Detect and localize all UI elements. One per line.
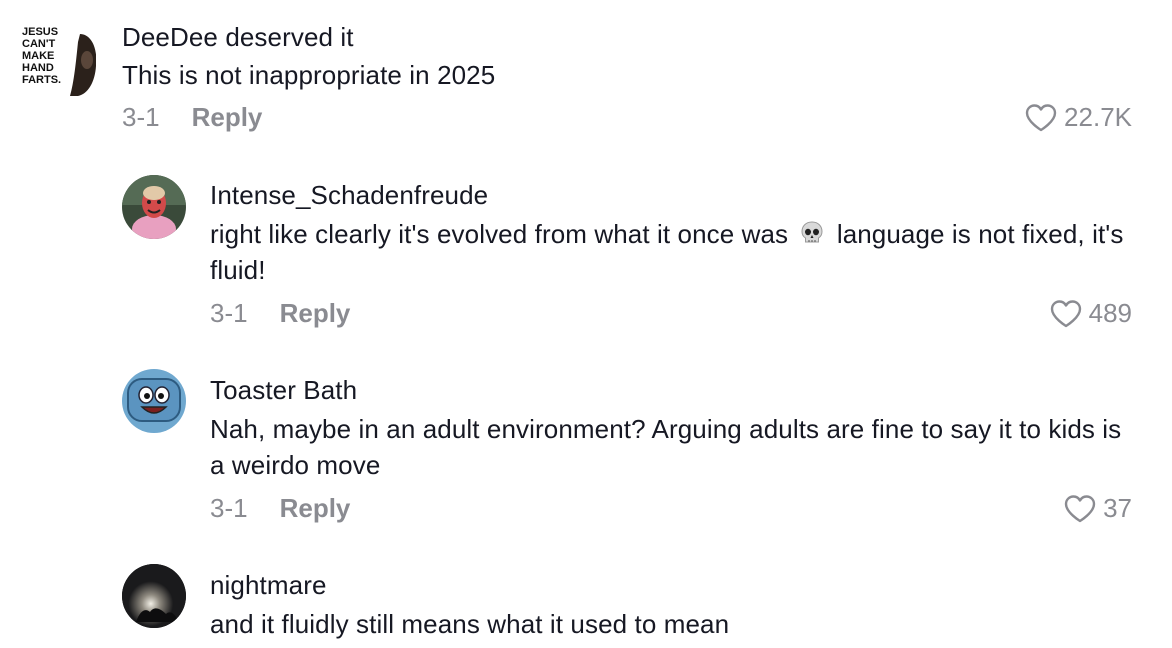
- like-button[interactable]: 37: [1063, 493, 1132, 524]
- like-button[interactable]: 22.7K: [1024, 102, 1132, 133]
- comment-meta: 3-1 Reply: [210, 298, 350, 329]
- avatar-image: [122, 369, 186, 433]
- comment-text: right like clearly it's evolved from wha…: [210, 216, 1130, 288]
- like-count: 489: [1088, 298, 1132, 328]
- comment-date: 3-1: [210, 493, 248, 523]
- heart-outline-icon: [1025, 103, 1057, 131]
- comment-username[interactable]: Toaster Bath: [210, 375, 357, 406]
- like-count: 37: [1103, 493, 1132, 523]
- comment-username[interactable]: DeeDee deserved it: [122, 22, 354, 53]
- avatar-text-line: CAN'T: [22, 38, 55, 50]
- comment-text: Nah, maybe in an adult environment? Argu…: [210, 414, 1122, 480]
- reply-button[interactable]: Reply: [280, 298, 351, 329]
- avatar[interactable]: [122, 564, 186, 628]
- avatar[interactable]: JESUS CAN'T MAKE HAND FARTS.: [20, 22, 96, 98]
- comment-date: 3-1: [210, 298, 248, 328]
- avatar[interactable]: [122, 175, 186, 239]
- comment-username[interactable]: nightmare: [210, 570, 327, 601]
- comment-text: and it fluidly still means what it used …: [210, 609, 730, 639]
- heart-outline-icon: [1050, 299, 1081, 327]
- avatar-text-line: MAKE: [22, 50, 54, 62]
- like-button[interactable]: 489: [1049, 298, 1132, 329]
- like-count: 22.7K: [1064, 102, 1132, 132]
- reply-comment: nightmare and it fluidly still means wha…: [0, 540, 1172, 648]
- reply-comment: Toaster Bath Nah, maybe in an adult envi…: [0, 345, 1172, 540]
- heart-outline-icon: [1064, 494, 1096, 522]
- avatar-text-line: HAND: [22, 62, 54, 74]
- avatar-image: JESUS CAN'T MAKE HAND FARTS.: [20, 22, 96, 98]
- comment: JESUS CAN'T MAKE HAND FARTS. DeeDee dese…: [0, 0, 1172, 150]
- comment-meta: 3-1 Reply: [210, 493, 350, 524]
- comment-date: 3-1: [122, 102, 160, 132]
- avatar-text-line: FARTS.: [22, 74, 61, 86]
- avatar[interactable]: [122, 369, 186, 433]
- reply-button[interactable]: Reply: [280, 493, 351, 524]
- comment-username[interactable]: Intense_Schadenfreude: [210, 180, 488, 211]
- reply-button[interactable]: Reply: [192, 102, 263, 133]
- comment-text-part: right like clearly it's evolved from wha…: [210, 219, 789, 249]
- reply-comment: Intense_Schadenfreude right like clearly…: [0, 150, 1172, 345]
- comment-text: This is not inappropriate in 2025: [122, 60, 496, 90]
- skull-emoji-icon: [801, 221, 823, 243]
- comment-meta: 3-1 Reply: [122, 102, 262, 133]
- avatar-text-line: JESUS: [22, 26, 58, 38]
- avatar-image: [122, 564, 186, 628]
- avatar-image: [122, 175, 186, 239]
